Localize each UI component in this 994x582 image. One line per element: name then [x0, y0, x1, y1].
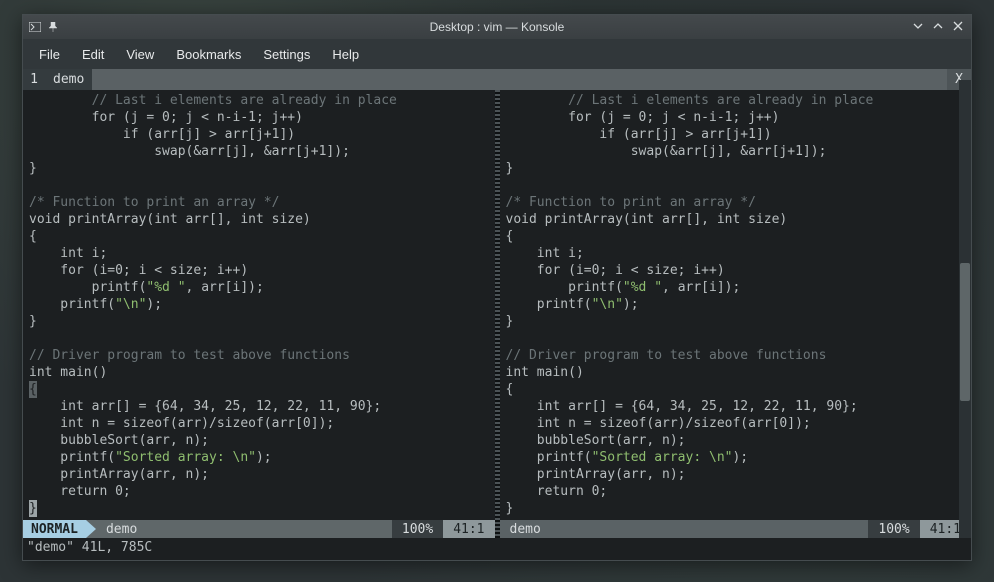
right-pane[interactable]: // Last i elements are already in place …: [500, 90, 972, 538]
menu-file[interactable]: File: [29, 43, 70, 66]
tab-index[interactable]: 1: [23, 69, 45, 90]
close-button[interactable]: [953, 21, 963, 33]
menu-settings[interactable]: Settings: [253, 43, 320, 66]
menu-help[interactable]: Help: [322, 43, 369, 66]
terminal-scrollbar[interactable]: [959, 80, 971, 538]
menu-edit[interactable]: Edit: [72, 43, 114, 66]
left-code[interactable]: // Last i elements are already in place …: [23, 90, 495, 520]
scrollbar-thumb[interactable]: [960, 263, 970, 400]
statusline-percent: 100%: [392, 520, 443, 538]
menubar: File Edit View Bookmarks Settings Help: [23, 39, 971, 69]
command-line[interactable]: "demo" 41L, 785C: [23, 538, 971, 560]
statusline-filename: demo: [500, 522, 551, 537]
window-title: Desktop : vim — Konsole: [23, 20, 971, 34]
menu-view[interactable]: View: [116, 43, 164, 66]
tab-name[interactable]: demo: [45, 69, 92, 90]
editor-area: // Last i elements are already in place …: [23, 90, 971, 538]
left-statusline: NORMAL demo 100% 41:1: [23, 520, 495, 538]
eof-marker: }: [29, 500, 37, 517]
vim-tabbar: 1 demo X: [23, 69, 971, 90]
statusline-percent: 100%: [868, 520, 919, 538]
pin-icon[interactable]: [47, 21, 59, 33]
cursor: {: [29, 381, 37, 398]
titlebar: Desktop : vim — Konsole: [23, 15, 971, 39]
statusline-position: 41:1: [443, 520, 494, 538]
mode-arrow-icon: [86, 520, 96, 538]
terminal-icon: [29, 21, 41, 33]
right-code[interactable]: // Last i elements are already in place …: [500, 90, 972, 520]
mode-indicator: NORMAL: [23, 520, 86, 538]
maximize-button[interactable]: [933, 21, 943, 33]
menu-bookmarks[interactable]: Bookmarks: [166, 43, 251, 66]
left-pane[interactable]: // Last i elements are already in place …: [23, 90, 495, 538]
statusline-filename: demo: [96, 522, 147, 537]
minimize-button[interactable]: [913, 21, 923, 33]
tab-fill: [92, 69, 947, 90]
right-statusline: demo 100% 41:1: [500, 520, 972, 538]
konsole-window: Desktop : vim — Konsole File Edit View B…: [22, 14, 972, 561]
